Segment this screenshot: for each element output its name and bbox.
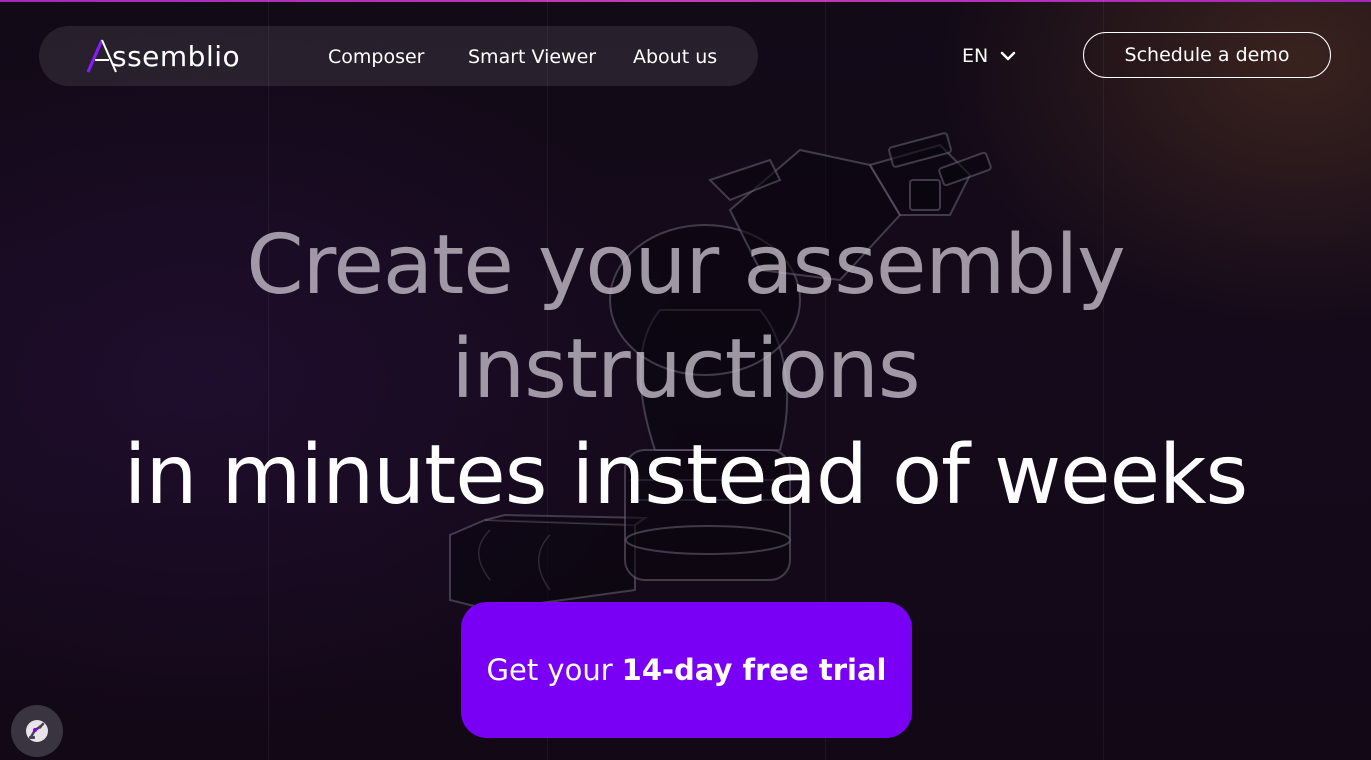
free-trial-button-bold: 14-day free trial [621, 653, 887, 687]
hero-headline-line-1: Create your assembly [246, 218, 1125, 313]
nav-link-about-us[interactable]: About us [633, 44, 717, 70]
top-accent-line [0, 0, 1371, 2]
hero-headline-line-3: in minutes instead of weeks [123, 428, 1249, 523]
robot-arm-icon [26, 720, 48, 742]
brand-logo[interactable]: ssemblio [86, 38, 271, 74]
chevron-down-icon [1000, 51, 1016, 61]
free-trial-button-prefix: Get your [486, 653, 613, 687]
schedule-demo-button[interactable]: Schedule a demo [1083, 32, 1331, 78]
hero-headline-line-2: instructions [451, 322, 920, 417]
language-selector[interactable]: EN [962, 45, 1016, 67]
free-trial-button[interactable]: Get your 14-day free trial [461, 602, 912, 738]
nav-link-smart-viewer[interactable]: Smart Viewer [468, 44, 596, 70]
language-label: EN [962, 45, 989, 67]
floating-assistant-button[interactable] [11, 705, 63, 757]
brand-logo-text: ssemblio [112, 39, 241, 73]
nav-link-composer[interactable]: Composer [328, 44, 424, 70]
page: ssemblio Composer Smart Viewer About us … [0, 0, 1371, 760]
